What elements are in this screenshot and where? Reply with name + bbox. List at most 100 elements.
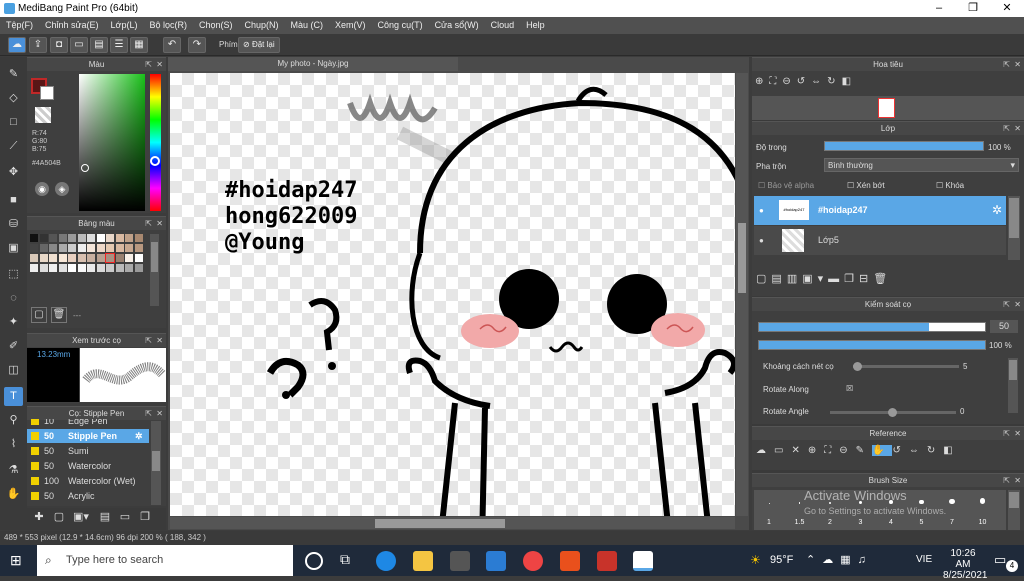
secondary-color-swatch[interactable]: [40, 86, 54, 100]
palette-swatch[interactable]: [58, 234, 67, 242]
palette-swatch[interactable]: [105, 253, 115, 263]
palette-swatch[interactable]: [125, 234, 133, 242]
palette-swatch[interactable]: [96, 264, 105, 272]
palette-swatch[interactable]: [106, 264, 114, 272]
grid-icon[interactable]: ▦: [130, 37, 148, 53]
lock-checkbox[interactable]: ☐ Khóa: [936, 181, 964, 190]
palette-swatch[interactable]: [30, 234, 38, 242]
document-tab[interactable]: My photo - Ngày.jpg: [168, 57, 458, 71]
palette-swatch[interactable]: [58, 244, 67, 252]
spacing-slider[interactable]: [853, 362, 959, 371]
eraser-tool-icon[interactable]: ◇: [4, 89, 23, 108]
rectangle-tool-icon[interactable]: □: [4, 113, 23, 132]
menu-snap[interactable]: Chụp(N): [239, 17, 285, 34]
cloud-icon[interactable]: ☁: [8, 37, 26, 53]
brush-size-value[interactable]: 50: [990, 320, 1018, 333]
blend-mode-select[interactable]: Bình thường ▾: [824, 158, 1019, 172]
task-view-icon[interactable]: ⧉: [340, 551, 350, 568]
zoom-in-icon[interactable]: ⊕: [808, 445, 824, 456]
float-icon[interactable]: ⇱: [1003, 58, 1010, 71]
new-brush-icon[interactable]: ▢: [51, 510, 67, 526]
input-language[interactable]: VIE: [916, 554, 932, 565]
palette-swatch[interactable]: [106, 234, 114, 242]
palette-swatch[interactable]: [77, 244, 86, 252]
menu-select[interactable]: Chọn(S): [193, 17, 239, 34]
palette-swatch[interactable]: [49, 244, 57, 252]
hue-handle[interactable]: [150, 156, 160, 166]
close-icon[interactable]: ✕: [1014, 58, 1021, 71]
flip-icon[interactable]: ⇔: [811, 76, 827, 87]
brush-list-item[interactable]: 50 Sumi: [27, 444, 149, 458]
palette-swatch[interactable]: [134, 254, 143, 262]
canvas-text-layer[interactable]: #hoidap247 hong622009 @Young: [225, 178, 357, 256]
palette-swatch[interactable]: [39, 254, 48, 262]
winrar-icon[interactable]: [597, 551, 617, 571]
zoom-out-icon[interactable]: ⊖: [782, 76, 796, 87]
brush-size-option[interactable]: 10: [968, 490, 998, 530]
float-icon[interactable]: ⇱: [1003, 474, 1010, 487]
navigator-preview[interactable]: [752, 96, 1024, 120]
office-icon[interactable]: [560, 551, 580, 571]
palette-swatch[interactable]: [134, 244, 143, 252]
store-icon[interactable]: [450, 551, 470, 571]
rotate-angle-slider[interactable]: [830, 408, 956, 417]
hue-slider[interactable]: [150, 74, 161, 211]
upload-icon[interactable]: ☁: [756, 445, 774, 456]
canvas-vertical-scrollbar[interactable]: [736, 73, 748, 516]
mirror-icon[interactable]: ◧: [943, 445, 960, 456]
menu-view[interactable]: Xem(V): [329, 17, 372, 34]
undo-icon[interactable]: ↶: [163, 37, 181, 53]
mail-icon[interactable]: [486, 551, 506, 571]
windows-start-icon[interactable]: ⊞: [10, 553, 25, 568]
brush-list-item[interactable]: 100 Watercolor (Wet): [27, 474, 149, 488]
comment-icon[interactable]: ◘: [50, 37, 68, 53]
picker-cursor[interactable]: [81, 164, 89, 172]
hand-icon[interactable]: ✋: [872, 445, 893, 456]
menu-tools[interactable]: Công cụ(T): [372, 17, 429, 34]
new-palette-icon[interactable]: ▢: [31, 307, 47, 323]
select-eraser-tool-icon[interactable]: ◫: [4, 361, 23, 380]
palette-swatch[interactable]: [58, 254, 67, 262]
palette-swatch[interactable]: [49, 234, 57, 242]
copy-icon[interactable]: ❐: [137, 510, 153, 526]
brush-size-option[interactable]: 1: [754, 490, 784, 530]
palette-swatch[interactable]: [106, 244, 114, 252]
brush-menu-icon[interactable]: ▣▾: [71, 510, 91, 526]
brush-size-slider[interactable]: [758, 322, 986, 332]
menu-color[interactable]: Màu (C): [285, 17, 330, 34]
select-tool-icon[interactable]: ⬚: [4, 265, 23, 284]
brush-list-item[interactable]: 50 Acrylic: [27, 489, 149, 503]
list-icon[interactable]: ☰: [110, 37, 128, 53]
close-icon[interactable]: ✕: [1014, 427, 1021, 440]
color-wheel-icon[interactable]: ◈: [55, 182, 69, 196]
layer-row[interactable]: ● Lớp5: [754, 226, 1006, 255]
open-folder-icon[interactable]: ▭: [774, 445, 791, 456]
palette-swatch[interactable]: [77, 254, 86, 262]
rotate-right-icon[interactable]: ↻: [827, 76, 841, 87]
close-icon[interactable]: ✕: [1014, 298, 1021, 311]
new-layer-icon[interactable]: ▢: [756, 273, 771, 285]
brush-control-scrollbar[interactable]: [1008, 358, 1018, 413]
menu-filter[interactable]: Bộ lọc(R): [143, 17, 193, 34]
palette-swatch[interactable]: [134, 264, 143, 272]
edge-icon[interactable]: [376, 551, 396, 571]
notification-icon[interactable]: ▭: [994, 552, 1006, 568]
mirror-icon[interactable]: ◧: [842, 76, 857, 87]
message-icon[interactable]: ▭: [70, 37, 88, 53]
close-reference-icon[interactable]: ✕: [791, 445, 807, 456]
maximize-button[interactable]: ❐: [956, 0, 990, 17]
medibang-taskbar-icon[interactable]: [633, 551, 653, 571]
search-box[interactable]: ⌕ Type here to search: [37, 545, 293, 576]
palette-swatch[interactable]: [87, 254, 95, 262]
palette-swatch[interactable]: [96, 244, 105, 252]
operation-tool-icon[interactable]: ⚲: [4, 411, 23, 430]
palette-icon[interactable]: ◉: [35, 182, 49, 196]
clock[interactable]: 10:26 AM 8/25/2021: [943, 548, 988, 581]
magic-wand-tool-icon[interactable]: ✦: [4, 313, 23, 332]
onedrive-icon[interactable]: ☁: [822, 554, 840, 566]
palette-swatch[interactable]: [68, 264, 76, 272]
chrome-icon[interactable]: [523, 551, 543, 571]
palette-swatch[interactable]: [115, 264, 124, 272]
move-tool-icon[interactable]: ✥: [4, 163, 23, 182]
menu-edit[interactable]: Chỉnh sửa(E): [39, 17, 105, 34]
